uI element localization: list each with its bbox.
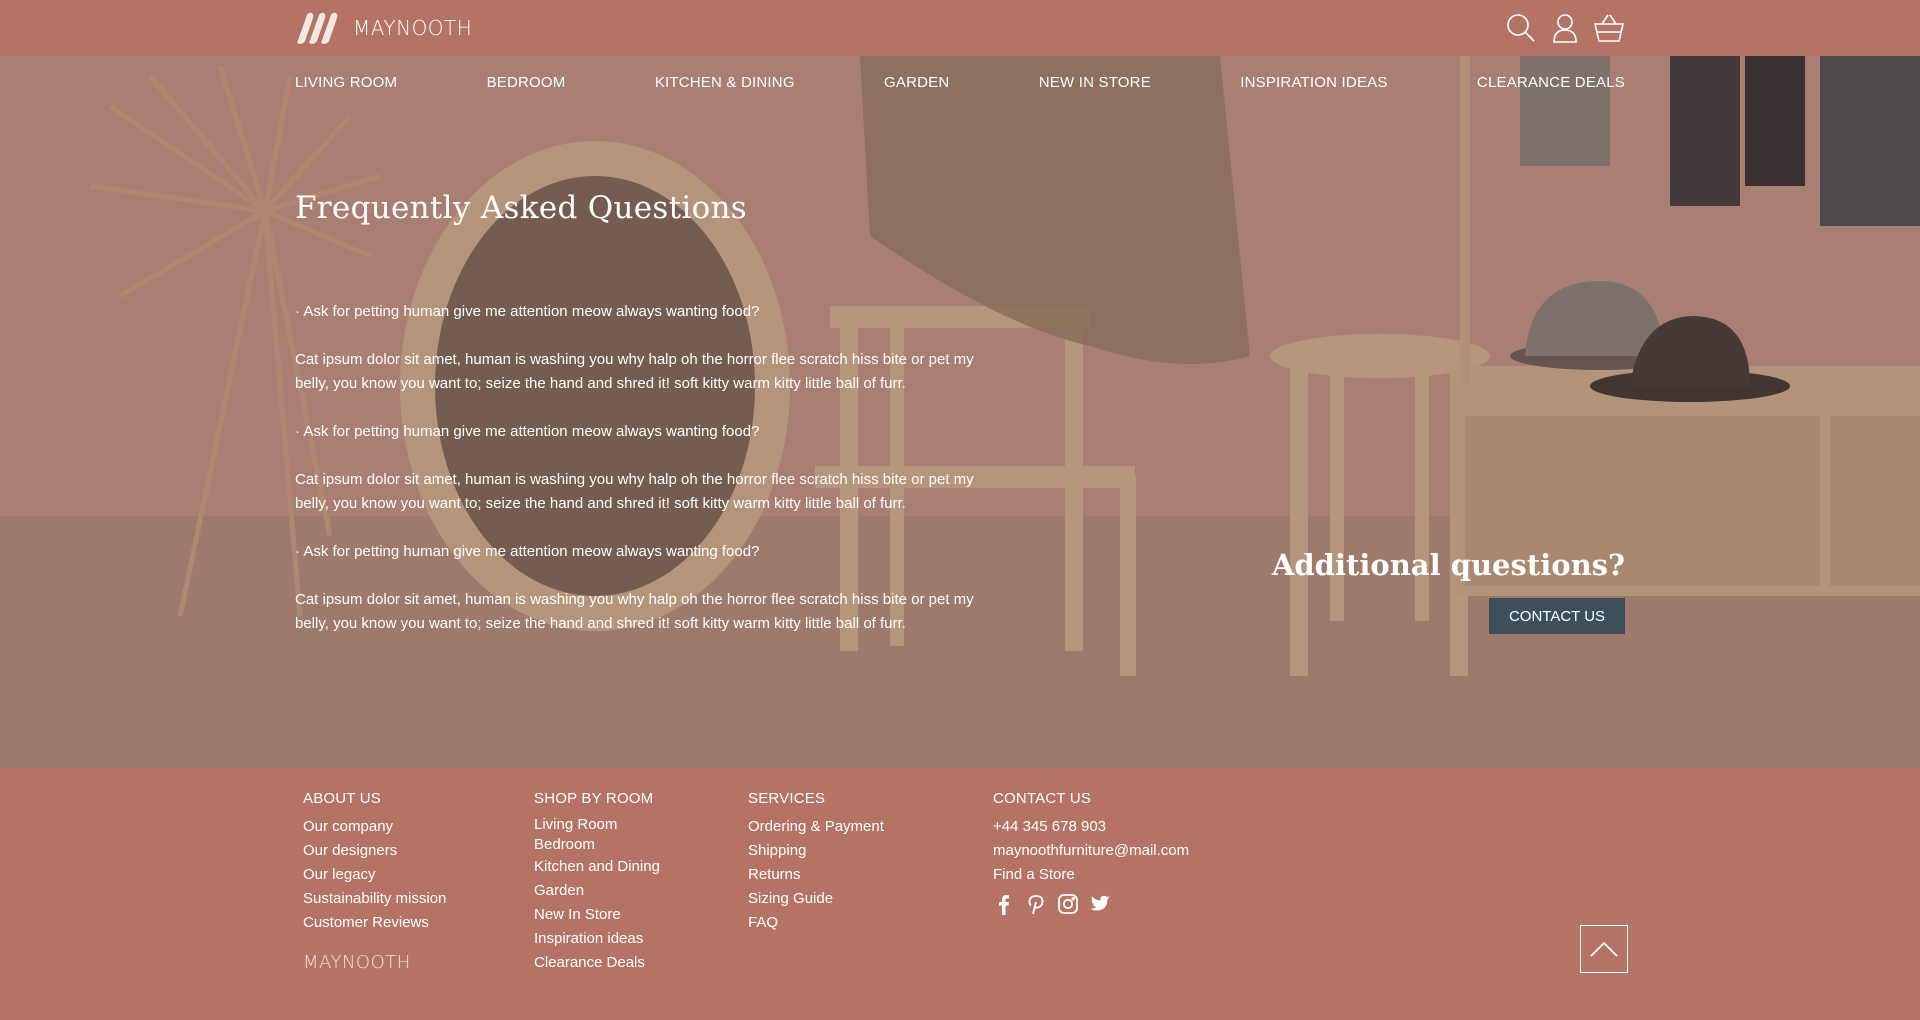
- footer-link[interactable]: Garden: [534, 879, 660, 903]
- faq-question: · Ask for petting human give me attentio…: [295, 423, 760, 440]
- scroll-to-top-button[interactable]: [1580, 925, 1628, 973]
- footer-heading-shop: SHOP BY ROOM: [534, 790, 654, 807]
- main-nav: LIVING ROOM BEDROOM KITCHEN & DINING GAR…: [295, 74, 1625, 91]
- footer-about-column: ABOUT US Our company Our designers Our l…: [303, 790, 446, 935]
- footer-link[interactable]: Our designers: [303, 839, 446, 863]
- nav-item-kitchen-dining[interactable]: KITCHEN & DINING: [655, 74, 795, 91]
- footer-link[interactable]: Ordering & Payment: [748, 815, 884, 839]
- faq-answer: Cat ipsum dolor sit amet, human is washi…: [295, 351, 974, 392]
- faq-answer: Cat ipsum dolor sit amet, human is washi…: [295, 471, 974, 512]
- pinterest-icon[interactable]: [1025, 893, 1047, 915]
- faq-question: · Ask for petting human give me attentio…: [295, 303, 760, 320]
- footer-heading-contact: CONTACT US: [993, 790, 1092, 807]
- footer-heading-about: ABOUT US: [303, 790, 382, 807]
- instagram-icon[interactable]: [1057, 893, 1079, 915]
- footer-link[interactable]: FAQ: [748, 911, 884, 935]
- basket-icon[interactable]: [1593, 12, 1625, 44]
- footer-link[interactable]: New In Store: [534, 903, 660, 927]
- header-actions: [1505, 12, 1625, 44]
- footer-shop-column: SHOP BY ROOM Living Room Bedroom Kitchen…: [534, 790, 660, 975]
- faq-answer: Cat ipsum dolor sit amet, human is washi…: [295, 591, 974, 632]
- twitter-icon[interactable]: [1089, 893, 1111, 915]
- footer-email[interactable]: maynoothfurniture@mail.com: [993, 839, 1189, 863]
- footer-find-store[interactable]: Find a Store: [993, 863, 1189, 887]
- footer-link[interactable]: Customer Reviews: [303, 911, 446, 935]
- additional-questions-heading: Additional questions?: [1271, 548, 1625, 582]
- footer-link[interactable]: Our company: [303, 815, 446, 839]
- nav-item-living-room[interactable]: LIVING ROOM: [295, 74, 397, 91]
- faq-question: · Ask for petting human give me attentio…: [295, 543, 760, 560]
- nav-item-new-in-store[interactable]: NEW IN STORE: [1039, 74, 1151, 91]
- footer-contact-column: CONTACT US +44 345 678 903 maynoothfurni…: [993, 790, 1189, 915]
- user-icon[interactable]: [1549, 12, 1581, 44]
- footer-heading-services: SERVICES: [748, 790, 826, 807]
- nav-item-bedroom[interactable]: BEDROOM: [487, 74, 566, 91]
- footer-link[interactable]: Shipping: [748, 839, 884, 863]
- facebook-icon[interactable]: [993, 893, 1015, 915]
- brand-name: MAYNOOTH: [353, 16, 473, 40]
- brand-logo[interactable]: MAYNOOTH: [295, 11, 472, 45]
- footer-link[interactable]: Our legacy: [303, 863, 446, 887]
- nav-item-clearance-deals[interactable]: CLEARANCE DEALS: [1477, 74, 1625, 91]
- footer-link[interactable]: Sustainability mission: [303, 887, 446, 911]
- footer-link[interactable]: Bedroom: [534, 835, 660, 855]
- top-header: MAYNOOTH: [0, 0, 1920, 56]
- footer-brand[interactable]: MAYNOOTH: [303, 952, 411, 973]
- contact-us-button[interactable]: CONTACT US: [1489, 598, 1625, 634]
- footer-link[interactable]: Living Room: [534, 815, 660, 835]
- footer-link[interactable]: Returns: [748, 863, 884, 887]
- page-title: Frequently Asked Questions: [295, 190, 748, 226]
- footer-link[interactable]: Inspiration ideas: [534, 927, 660, 951]
- nav-item-inspiration-ideas[interactable]: INSPIRATION IDEAS: [1240, 74, 1387, 91]
- logo-mark-icon: [297, 12, 338, 44]
- footer-link[interactable]: Clearance Deals: [534, 951, 660, 975]
- faq-list: · Ask for petting human give me attentio…: [295, 300, 985, 660]
- chevron-up-icon: [1590, 941, 1618, 957]
- search-icon[interactable]: [1505, 12, 1537, 44]
- footer-link[interactable]: Kitchen and Dining: [534, 855, 660, 879]
- footer-link[interactable]: Sizing Guide: [748, 887, 884, 911]
- footer-phone[interactable]: +44 345 678 903: [993, 815, 1189, 839]
- social-links: [993, 893, 1189, 915]
- nav-item-garden[interactable]: GARDEN: [884, 74, 949, 91]
- faq-hero: LIVING ROOM BEDROOM KITCHEN & DINING GAR…: [0, 56, 1920, 768]
- site-footer: ABOUT US Our company Our designers Our l…: [0, 768, 1920, 1020]
- footer-services-column: SERVICES Ordering & Payment Shipping Ret…: [748, 790, 884, 935]
